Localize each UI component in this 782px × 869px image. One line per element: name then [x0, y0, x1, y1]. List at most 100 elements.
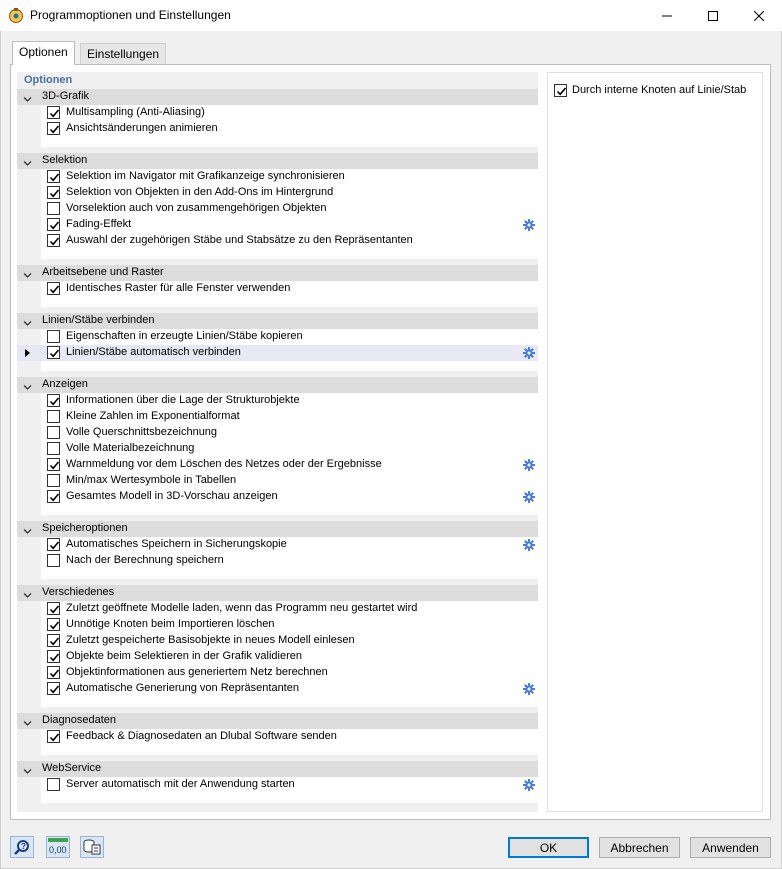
option-checkbox[interactable] — [47, 490, 60, 503]
internal-nodes-checkbox[interactable] — [554, 84, 567, 97]
option-label: Multisampling (Anti-Aliasing) — [66, 106, 205, 118]
section-header[interactable]: Diagnosedaten — [17, 713, 538, 729]
section-header[interactable]: 3D-Grafik — [17, 89, 538, 105]
section-header[interactable]: Speicheroptionen — [17, 521, 538, 537]
option-row[interactable]: Objektinformationen aus generiertem Netz… — [41, 665, 538, 681]
option-row[interactable]: Zuletzt geöffnete Modelle laden, wenn da… — [41, 601, 538, 617]
maximize-button[interactable] — [690, 0, 736, 31]
option-row[interactable]: Automatische Generierung von Repräsentan… — [41, 681, 538, 697]
option-checkbox[interactable] — [47, 634, 60, 647]
option-checkbox[interactable] — [47, 730, 60, 743]
option-checkbox[interactable] — [47, 234, 60, 247]
option-checkbox[interactable] — [47, 538, 60, 551]
option-row[interactable]: Gesamtes Modell in 3D-Vorschau anzeigen — [41, 489, 538, 505]
option-row[interactable]: Objekte beim Selektieren in der Grafik v… — [41, 649, 538, 665]
gear-icon[interactable] — [523, 779, 535, 791]
gear-icon[interactable] — [523, 347, 535, 359]
option-checkbox[interactable] — [47, 650, 60, 663]
option-checkbox[interactable] — [47, 458, 60, 471]
option-row[interactable]: Informationen über die Lage der Struktur… — [41, 393, 538, 409]
gear-icon[interactable] — [523, 491, 535, 503]
option-checkbox[interactable] — [47, 202, 60, 215]
svg-text:?: ? — [21, 842, 26, 851]
gear-icon[interactable] — [523, 459, 535, 471]
section-header[interactable]: Selektion — [17, 153, 538, 169]
option-row[interactable]: Warnmeldung vor dem Löschen des Netzes o… — [41, 457, 538, 473]
option-row[interactable]: Auswahl der zugehörigen Stäbe und Stabsä… — [41, 233, 538, 249]
gear-icon[interactable] — [523, 219, 535, 231]
tab-settings[interactable]: Einstellungen — [80, 43, 167, 65]
option-row[interactable]: Nach der Berechnung speichern — [41, 553, 538, 569]
option-checkbox[interactable] — [47, 474, 60, 487]
chevron-down-icon[interactable] — [23, 157, 32, 166]
option-row[interactable]: Volle Querschnittsbezeichnung — [41, 425, 538, 441]
option-row[interactable]: Zuletzt gespeicherte Basisobjekte in neu… — [41, 633, 538, 649]
option-label: Volle Materialbezeichnung — [66, 442, 195, 454]
chevron-down-icon[interactable] — [23, 717, 32, 726]
help-icon[interactable]: ? — [10, 836, 34, 858]
ok-button[interactable]: OK — [508, 837, 589, 858]
option-checkbox[interactable] — [47, 170, 60, 183]
settings-list-icon[interactable] — [80, 836, 104, 858]
section-header[interactable]: Arbeitsebene und Raster — [17, 265, 538, 281]
option-checkbox[interactable] — [47, 442, 60, 455]
section-header[interactable]: Linien/Stäbe verbinden — [17, 313, 538, 329]
apply-button[interactable]: Anwenden — [690, 837, 771, 858]
option-row[interactable]: Feedback & Diagnosedaten an Dlubal Softw… — [41, 729, 538, 745]
chevron-down-icon[interactable] — [23, 269, 32, 278]
option-checkbox[interactable] — [47, 218, 60, 231]
gear-icon[interactable] — [523, 539, 535, 551]
option-checkbox[interactable] — [47, 554, 60, 567]
option-checkbox[interactable] — [47, 346, 60, 359]
chevron-down-icon[interactable] — [23, 317, 32, 326]
option-row[interactable]: Linien/Stäbe automatisch verbinden — [17, 345, 538, 361]
option-checkbox[interactable] — [47, 106, 60, 119]
minimize-button[interactable] — [644, 0, 690, 31]
chevron-down-icon[interactable] — [23, 765, 32, 774]
option-checkbox[interactable] — [47, 186, 60, 199]
option-checkbox[interactable] — [47, 682, 60, 695]
section-header[interactable]: Verschiedenes — [17, 585, 538, 601]
option-checkbox[interactable] — [47, 122, 60, 135]
section-header[interactable]: WebService — [17, 761, 538, 777]
option-row[interactable]: Identisches Raster für alle Fenster verw… — [41, 281, 538, 297]
chevron-down-icon[interactable] — [23, 589, 32, 598]
option-checkbox[interactable] — [47, 778, 60, 791]
option-row[interactable]: Automatisches Speichern in Sicherungskop… — [41, 537, 538, 553]
section-spacer — [41, 297, 538, 307]
option-row[interactable]: Server automatisch mit der Anwendung sta… — [41, 777, 538, 793]
option-row[interactable]: Vorselektion auch von zusammengehörigen … — [41, 201, 538, 217]
option-row[interactable]: Selektion im Navigator mit Grafikanzeige… — [41, 169, 538, 185]
chevron-down-icon[interactable] — [23, 381, 32, 390]
option-row[interactable]: Ansichtsänderungen animieren — [41, 121, 538, 137]
option-row[interactable]: Fading-Effekt — [41, 217, 538, 233]
option-row[interactable]: Kleine Zahlen im Exponentialformat — [41, 409, 538, 425]
gear-icon[interactable] — [523, 683, 535, 695]
option-checkbox[interactable] — [47, 666, 60, 679]
option-row[interactable]: Eigenschaften in erzeugte Linien/Stäbe k… — [41, 329, 538, 345]
option-label: Kleine Zahlen im Exponentialformat — [66, 410, 240, 422]
option-checkbox[interactable] — [47, 330, 60, 343]
option-checkbox[interactable] — [47, 618, 60, 631]
option-row[interactable]: Volle Materialbezeichnung — [41, 441, 538, 457]
units-icon[interactable]: 0,00 — [46, 836, 70, 858]
internal-nodes-option[interactable]: Durch interne Knoten auf Linie/Stab — [553, 83, 763, 99]
option-checkbox[interactable] — [47, 602, 60, 615]
close-button[interactable] — [736, 0, 782, 31]
option-row[interactable]: Min/max Wertesymbole in Tabellen — [41, 473, 538, 489]
chevron-down-icon[interactable] — [23, 93, 32, 102]
check-icon — [49, 397, 60, 406]
chevron-down-icon[interactable] — [23, 525, 32, 534]
section-body: Eigenschaften in erzeugte Linien/Stäbe k… — [17, 329, 538, 361]
cancel-button[interactable]: Abbrechen — [599, 837, 680, 858]
option-checkbox[interactable] — [47, 410, 60, 423]
option-row[interactable]: Selektion von Objekten in den Add-Ons im… — [41, 185, 538, 201]
option-row[interactable]: Unnötige Knoten beim Importieren löschen — [41, 617, 538, 633]
option-checkbox[interactable] — [47, 426, 60, 439]
section-header[interactable]: Anzeigen — [17, 377, 538, 393]
tab-options[interactable]: Optionen — [12, 41, 75, 65]
option-row[interactable]: Multisampling (Anti-Aliasing) — [41, 105, 538, 121]
option-checkbox[interactable] — [47, 282, 60, 295]
option-label: Identisches Raster für alle Fenster verw… — [66, 282, 291, 294]
option-checkbox[interactable] — [47, 394, 60, 407]
